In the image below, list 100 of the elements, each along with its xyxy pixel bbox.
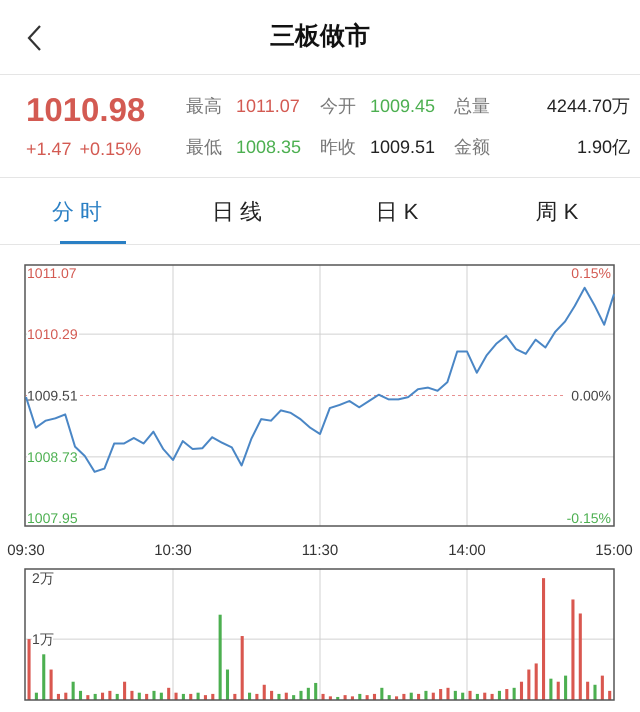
volume-bar: [600, 676, 604, 700]
volume-bar: [564, 676, 568, 700]
volume-bar: [130, 690, 134, 700]
volume-bar: [42, 654, 46, 700]
axis-label: 1008.73: [27, 448, 78, 465]
volume-bar: [101, 692, 104, 700]
volume-bar: [240, 636, 244, 700]
percent-label: 0.00%: [571, 388, 611, 404]
stat-value: 1009.45: [370, 95, 436, 118]
volume-bar: [138, 692, 141, 700]
volume-bar: [549, 678, 552, 700]
percent-label: 0.15%: [571, 264, 611, 281]
volume-bar: [483, 692, 486, 700]
volume-bar: [34, 692, 38, 700]
volume-bar: [388, 695, 391, 700]
stat-label: 总量: [454, 95, 491, 118]
time-label: 09:30: [7, 542, 45, 559]
volume-bar: [56, 694, 60, 700]
volume-bar: [123, 682, 126, 700]
volume-bar: [299, 690, 303, 700]
current-price: 1010.98: [26, 90, 146, 130]
volume-bar: [534, 663, 538, 700]
volume-bar: [498, 690, 501, 700]
time-label: 15:00: [595, 542, 633, 559]
volume-bar: [468, 690, 472, 700]
volume-bar: [512, 688, 516, 700]
time-label: 10:30: [154, 542, 192, 559]
volume-bar: [174, 692, 178, 700]
volume-bar: [233, 694, 236, 700]
volume-bar: [167, 688, 170, 700]
volume-bar: [424, 690, 428, 700]
volume-bar: [344, 695, 347, 700]
volume-bar: [262, 684, 266, 700]
volume-bar: [505, 689, 508, 700]
volume-bar: [432, 692, 435, 700]
volume-bar: [145, 694, 148, 700]
axis-label: 1万: [32, 631, 54, 648]
volume-bar: [608, 690, 612, 700]
volume-bar: [490, 694, 494, 700]
volume-bar: [64, 692, 68, 700]
volume-bar: [446, 688, 450, 700]
stat-label: 最低: [186, 136, 223, 159]
volume-bar: [270, 690, 274, 700]
volume-bar: [226, 670, 230, 700]
volume-bar: [306, 688, 310, 700]
volume-bar: [454, 690, 457, 700]
tab[interactable]: 周K: [480, 178, 640, 244]
volume-bar: [189, 694, 192, 700]
axis-label: 1010.29: [27, 326, 78, 342]
volume-bar: [586, 682, 590, 700]
volume-bar: [366, 695, 369, 700]
volume-bar: [358, 694, 362, 700]
stat-label: 今开: [320, 95, 357, 118]
volume-bar: [372, 694, 376, 700]
volume-bar: [204, 695, 207, 700]
volume-bar: [277, 694, 280, 700]
volume-bar: [476, 694, 479, 700]
volume-bar: [322, 694, 325, 700]
volume-bar: [94, 694, 97, 700]
volume-bar: [160, 692, 163, 700]
volume-bar: [336, 696, 340, 700]
volume-bar: [439, 689, 442, 700]
volume-bar: [556, 682, 560, 700]
time-label: 14:00: [448, 542, 486, 559]
volume-bar: [108, 690, 112, 700]
volume-bar: [211, 694, 214, 700]
stat-value: 1.90亿: [576, 136, 630, 159]
volume-bar: [328, 696, 332, 700]
volume-bar: [152, 690, 156, 700]
axis-label: 1007.95: [27, 510, 78, 526]
axis-label: 1009.51: [27, 388, 78, 404]
volume-bar: [78, 690, 82, 700]
volume-bar: [527, 670, 530, 700]
volume-bar: [86, 695, 90, 700]
volume-bar: [380, 688, 384, 700]
volume-bar: [255, 694, 258, 700]
stat-value: 4244.70万: [546, 95, 630, 118]
stat-value: 1009.51: [370, 136, 436, 159]
volume-bar: [182, 694, 185, 700]
axis-label: 1011.07: [27, 264, 77, 281]
price-change: +1.47: [26, 138, 72, 160]
volume-bar: [461, 692, 464, 700]
stat-label: 金额: [454, 136, 491, 159]
volume-bar: [402, 694, 406, 700]
volume-bar: [395, 696, 398, 700]
volume-bar: [314, 682, 318, 700]
stat-label: 最高: [186, 95, 223, 118]
time-label: 11:30: [302, 542, 338, 559]
volume-bar: [520, 682, 524, 700]
tab[interactable]: 分时: [0, 178, 160, 244]
percent-change: +0.15%: [80, 138, 142, 160]
volume-bar: [350, 696, 354, 700]
volume-bar: [410, 692, 413, 700]
tab[interactable]: 日线: [160, 178, 320, 244]
tab[interactable]: 日K: [320, 178, 480, 244]
stat-value: 1011.07: [236, 95, 301, 118]
volume-bar: [196, 692, 200, 700]
volume-bar: [248, 692, 252, 700]
volume-bar: [72, 682, 75, 700]
stat-value: 1008.35: [236, 136, 302, 159]
